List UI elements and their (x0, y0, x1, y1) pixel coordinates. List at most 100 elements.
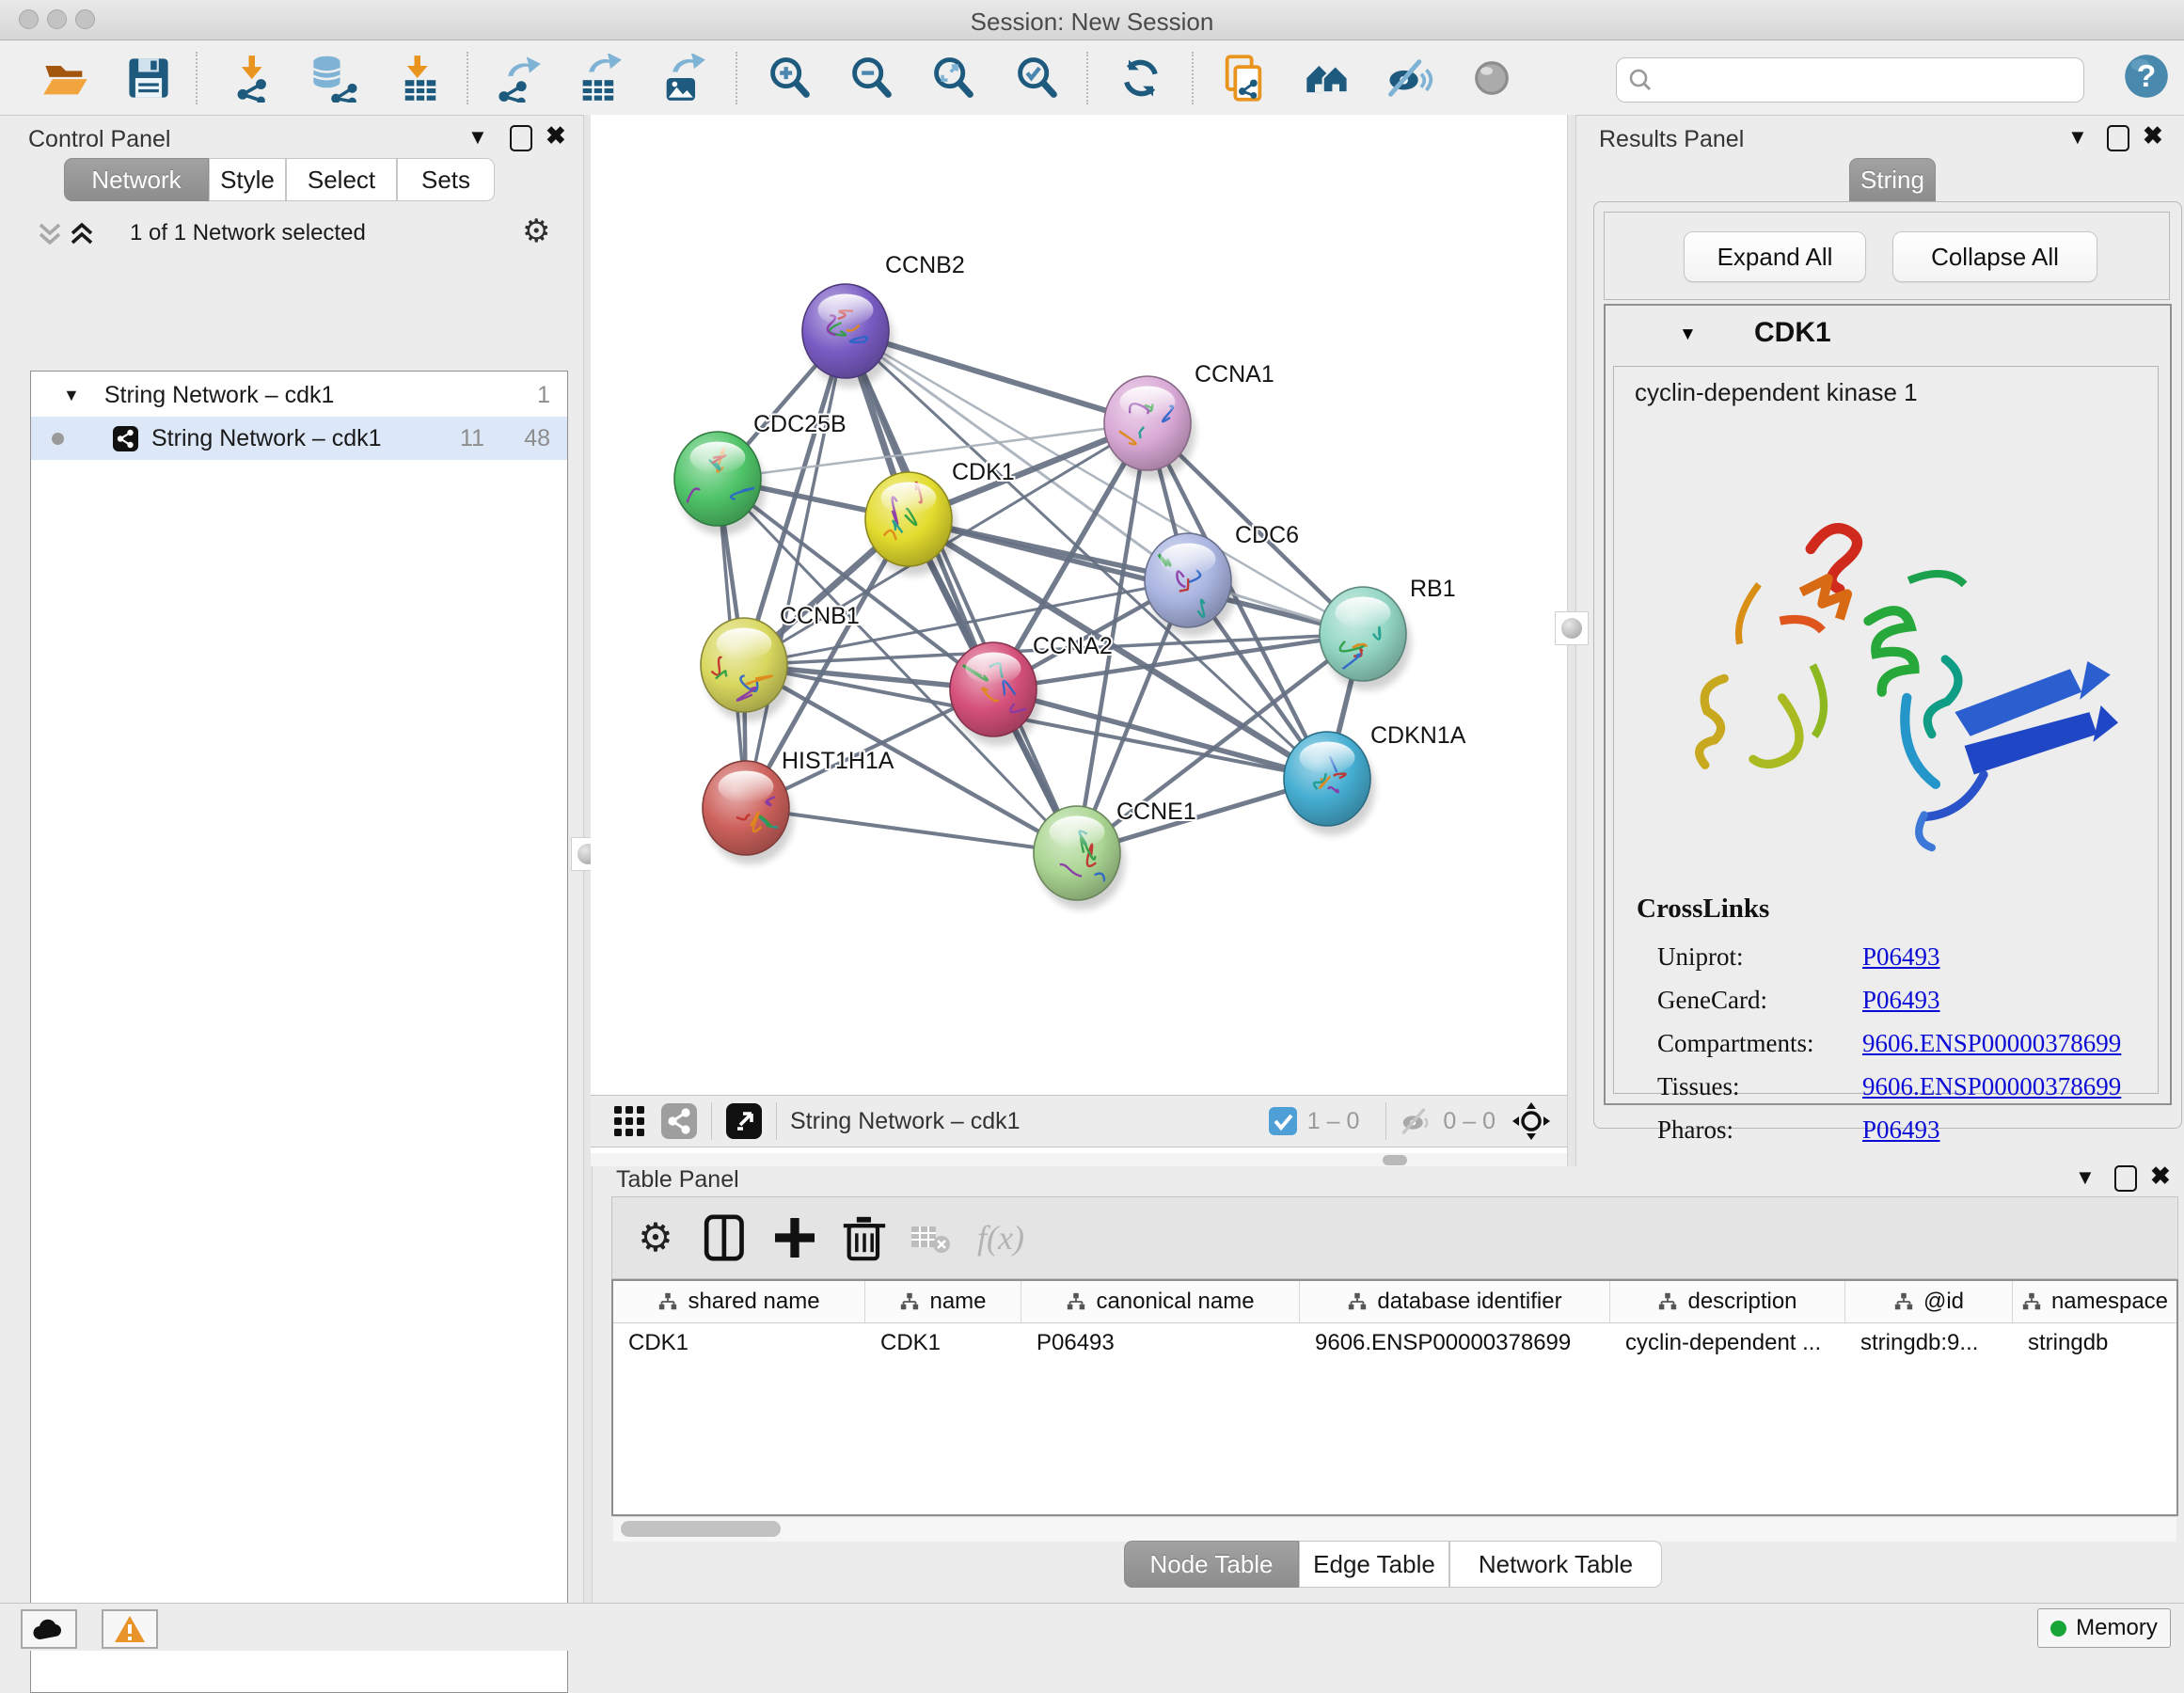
crosslink-pharos[interactable]: P06493 (1862, 1115, 1940, 1144)
crosslink-uniprot[interactable]: P06493 (1862, 942, 1940, 971)
zoom-fit-button[interactable] (929, 54, 978, 103)
import-network-from-database-button[interactable] (309, 54, 358, 103)
open-session-button[interactable] (41, 54, 90, 103)
toolbar-separator (1086, 52, 1088, 104)
splitter-grip[interactable] (1383, 1155, 1407, 1165)
column-header[interactable]: canonical name (1021, 1281, 1300, 1322)
collapse-all-icon[interactable] (36, 220, 64, 248)
grid-mode-icon[interactable] (611, 1103, 647, 1139)
table-panel-close-icon[interactable]: ✖ (2150, 1165, 2171, 1186)
scrollbar-thumb[interactable] (621, 1521, 781, 1537)
table-panel-float-icon[interactable] (2114, 1165, 2137, 1192)
hide-selected-button[interactable] (1385, 54, 1433, 103)
export-image-button[interactable] (658, 54, 707, 103)
selected-nodes-checkbox[interactable] (1268, 1106, 1298, 1136)
network-row-selected[interactable]: String Network – cdk1 11 48 (31, 417, 567, 460)
memory-status-dot (2050, 1621, 2066, 1637)
show-all-button[interactable] (1467, 54, 1516, 103)
table-panel-splitter[interactable] (591, 1153, 1567, 1166)
import-table-from-file-button[interactable] (396, 54, 445, 103)
edge-CCNB2-CCNE1[interactable] (846, 331, 1077, 853)
tab-network-table[interactable]: Network Table (1449, 1541, 1662, 1588)
expand-all-button[interactable]: Expand All (1684, 231, 1866, 282)
tab-style[interactable]: Style (209, 158, 286, 201)
column-header[interactable]: @id (1845, 1281, 2013, 1322)
delete-column-icon[interactable] (838, 1211, 891, 1264)
first-neighbors-button[interactable] (1303, 54, 1352, 103)
table-row[interactable]: CDK1 CDK1 P06493 9606.ENSP00000378699 cy… (613, 1323, 2176, 1363)
network-collection-row[interactable]: ▼ String Network – cdk1 1 (31, 373, 567, 417)
status-bar: Memory (0, 1603, 2184, 1651)
selected-count: 1 – 0 (1307, 1108, 1360, 1135)
crosslink-row: Compartments:9606.ENSP00000378699 (1657, 1029, 2121, 1072)
network-canvas[interactable]: CCNB2CCNA1CDC25BCDK1CDC6RB1CCNB1CCNA2CDK… (591, 115, 1567, 1153)
warnings-button[interactable] (102, 1609, 158, 1649)
table-horizontal-scrollbar[interactable] (613, 1516, 2176, 1542)
crosslink-tissues[interactable]: 9606.ENSP00000378699 (1862, 1072, 2121, 1100)
column-header[interactable]: namespace (2013, 1281, 2176, 1322)
crosslink-genecard[interactable]: P06493 (1862, 986, 1940, 1014)
attribute-icon (1657, 1291, 1678, 1312)
control-panel-title: Control Panel (28, 126, 170, 153)
crosslink-compartments[interactable]: 9606.ENSP00000378699 (1862, 1029, 2121, 1057)
collection-label: String Network – cdk1 (104, 382, 335, 409)
expand-all-icon[interactable] (68, 220, 96, 248)
zoom-in-button[interactable] (766, 54, 815, 103)
save-session-button[interactable] (124, 54, 173, 103)
tab-node-table[interactable]: Node Table (1124, 1541, 1299, 1588)
collection-expander-icon[interactable]: ▼ (63, 386, 80, 405)
results-panel-float-icon[interactable] (2107, 125, 2129, 151)
gene-description: cyclin-dependent kinase 1 (1635, 378, 1918, 407)
gene-name: CDK1 (1754, 317, 1831, 349)
network-from-clipboard-button[interactable] (1219, 54, 1268, 103)
cloud-status-button[interactable] (21, 1609, 77, 1649)
tab-select[interactable]: Select (286, 158, 397, 201)
import-network-from-file-button[interactable] (230, 54, 279, 103)
collapse-all-button[interactable]: Collapse All (1892, 231, 2097, 282)
results-buttons-box: Expand All Collapse All (1604, 212, 2170, 300)
column-header[interactable]: name (865, 1281, 1021, 1322)
help-button[interactable]: ? (2122, 52, 2171, 101)
crosslink-label: Pharos: (1657, 1115, 1862, 1145)
search-input[interactable] (1662, 62, 2070, 96)
control-panel-menu-icon[interactable]: ▼ (467, 127, 488, 148)
tab-sets[interactable]: Sets (397, 158, 495, 201)
zoom-selected-button[interactable] (1013, 54, 1062, 103)
column-header[interactable]: shared name (613, 1281, 865, 1322)
memory-button[interactable]: Memory (2037, 1608, 2171, 1648)
control-panel: Control Panel ▼ ✖ Network Style Select S… (9, 115, 583, 1603)
table-panel-title: Table Panel (616, 1166, 739, 1194)
hidden-elements-icon (1400, 1104, 1433, 1138)
edge-HIST1H1A-CCNE1[interactable] (746, 808, 1077, 853)
show-columns-icon[interactable] (699, 1211, 752, 1264)
birds-eye-view-icon[interactable] (725, 1102, 763, 1140)
export-network-to-file-button[interactable] (494, 54, 543, 103)
network-graph[interactable]: CCNB2CCNA1CDC25BCDK1CDC6RB1CCNB1CCNA2CDK… (591, 128, 1567, 1095)
table-panel-menu-icon[interactable]: ▼ (2075, 1167, 2096, 1188)
crosslink-label: Tissues: (1657, 1072, 1862, 1101)
results-panel-close-icon[interactable]: ✖ (2143, 125, 2163, 146)
delete-table-icon-disabled (908, 1211, 953, 1264)
refresh-button[interactable] (1116, 54, 1165, 103)
zoom-out-button[interactable] (847, 54, 896, 103)
column-header[interactable]: description (1610, 1281, 1845, 1322)
table-options-gear-icon[interactable]: ⚙ (629, 1211, 682, 1264)
tab-string[interactable]: String (1849, 158, 1936, 201)
tab-network[interactable]: Network (64, 158, 209, 201)
memory-label: Memory (2076, 1615, 2158, 1641)
control-panel-close-icon[interactable]: ✖ (546, 125, 566, 146)
add-column-icon[interactable] (768, 1211, 821, 1264)
tab-edge-table[interactable]: Edge Table (1299, 1541, 1449, 1588)
pan-crosshair-icon[interactable] (1511, 1100, 1552, 1142)
network-view-mode-icon[interactable] (660, 1102, 698, 1140)
results-panel-menu-icon[interactable]: ▼ (2067, 127, 2088, 148)
control-panel-float-icon[interactable] (510, 125, 532, 151)
gene-expander-icon[interactable]: ▼ (1679, 324, 1697, 345)
edge-CCNB2-HIST1H1A[interactable] (746, 331, 846, 808)
column-header[interactable]: database identifier (1300, 1281, 1610, 1322)
network-options-gear-icon[interactable]: ⚙ (522, 213, 550, 250)
attribute-icon (1066, 1291, 1086, 1312)
export-table-to-file-button[interactable] (575, 54, 624, 103)
node-label-CDKN1A: CDKN1A (1370, 722, 1466, 749)
crosslinks-title: CrossLinks (1637, 894, 1769, 925)
